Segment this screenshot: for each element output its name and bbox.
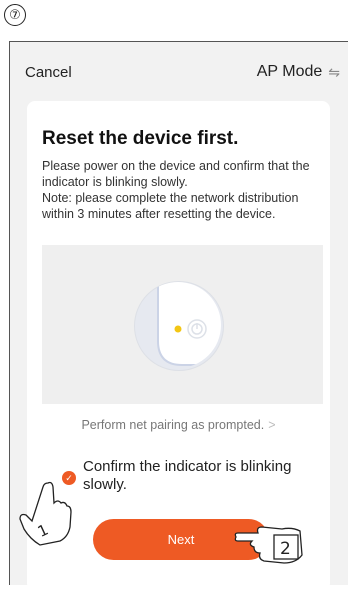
pointing-hand-icon: 2 — [234, 526, 303, 564]
device-illustration — [42, 245, 323, 404]
confirm-label: Confirm the indicator is blinking slowly… — [83, 458, 292, 493]
step-number-marker: ⑦ — [4, 4, 26, 26]
description-text: Please power on the device and confirm t… — [42, 159, 310, 189]
navbar: Cancel AP Mode ⇋ — [10, 42, 348, 100]
cancel-button[interactable]: Cancel — [25, 64, 72, 81]
net-pairing-link[interactable]: Perform net pairing as prompted. > — [27, 418, 330, 432]
ap-mode-switch[interactable]: AP Mode ⇋ — [257, 63, 340, 81]
annotation-number-2: 2 — [280, 539, 291, 559]
net-pairing-label: Perform net pairing as prompted. — [81, 418, 265, 432]
swap-icon: ⇋ — [328, 63, 340, 80]
indicator-led — [174, 325, 182, 333]
device-icon — [157, 282, 221, 366]
card-title: Reset the device first. — [42, 128, 239, 149]
pointing-hand-icon: 1 — [19, 481, 72, 546]
ap-mode-label: AP Mode — [256, 63, 323, 80]
chevron-right-icon: > — [268, 418, 276, 432]
description-note: Note: please complete the network distri… — [42, 191, 299, 221]
card-description: Please power on the device and confirm t… — [42, 158, 324, 222]
